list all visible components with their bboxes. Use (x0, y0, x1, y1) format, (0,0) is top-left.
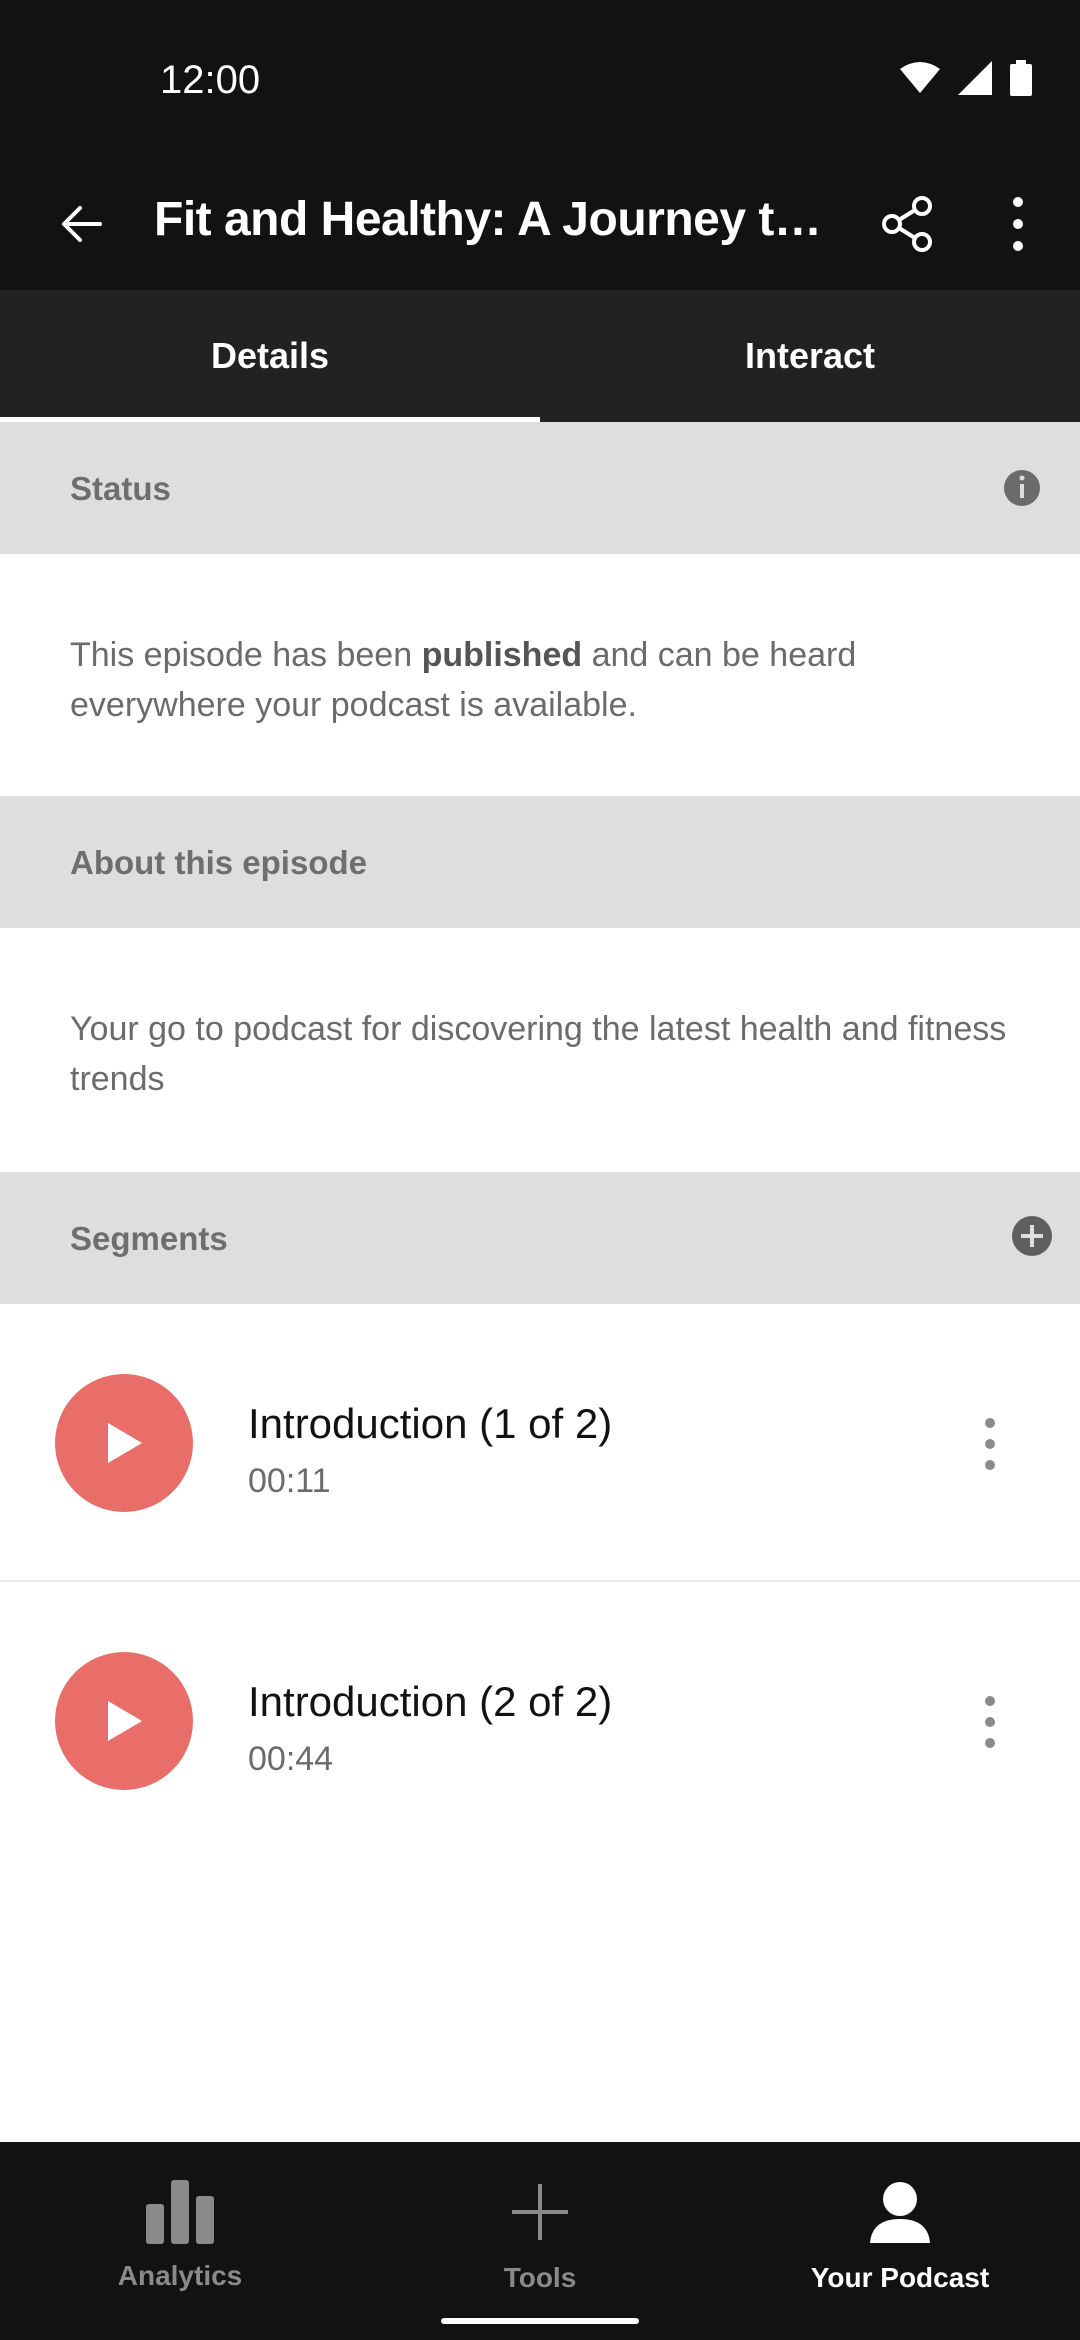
nav-tools[interactable]: Tools (360, 2142, 720, 2340)
play-icon (108, 1701, 142, 1741)
arrow-left-icon (62, 206, 102, 242)
about-section-body: Your go to podcast for discovering the l… (0, 928, 1080, 1172)
more-vertical-icon (1013, 197, 1023, 251)
more-vertical-icon (985, 1418, 995, 1470)
segment-more-button[interactable] (960, 1692, 1020, 1752)
segments-header-label: Segments (70, 1220, 228, 1257)
nav-your-podcast-label: Your Podcast (810, 2262, 990, 2293)
status-text-published: published (421, 636, 583, 674)
add-circle-icon[interactable] (1010, 1214, 1054, 1258)
about-header-label: About this episode (70, 844, 367, 881)
status-section-body: This episode has been published and can … (0, 554, 1080, 796)
segment-item[interactable]: Introduction (1 of 2) 00:11 (0, 1304, 1080, 1582)
status-icons (900, 60, 1032, 96)
bar-chart-icon (146, 2180, 214, 2244)
wifi-icon (900, 62, 940, 93)
nav-analytics[interactable]: Analytics (0, 2142, 360, 2340)
segment-duration: 00:44 (248, 1740, 334, 1778)
nav-tools-label: Tools (503, 2262, 577, 2293)
nav-your-podcast-icon-wrap (720, 2172, 1080, 2252)
nav-your-podcast[interactable]: Your Podcast (720, 2142, 1080, 2340)
segments-section-header: Segments (0, 1172, 1080, 1304)
nav-analytics-icon-wrap (0, 2172, 360, 2252)
info-icon[interactable] (1000, 466, 1044, 510)
battery-icon (1010, 60, 1032, 96)
status-header-label: Status (70, 470, 171, 507)
person-icon (870, 2182, 930, 2243)
episode-description: Your go to podcast for discovering the l… (70, 1010, 1007, 1098)
play-button[interactable] (55, 1652, 193, 1790)
bottom-nav: Analytics Tools Your Podcast (0, 2142, 1080, 2340)
segment-item[interactable]: Introduction (2 of 2) 00:44 (0, 1582, 1080, 1860)
segment-title: Introduction (2 of 2) (248, 1678, 613, 1725)
back-button[interactable] (40, 182, 124, 266)
about-section-header: About this episode (0, 796, 1080, 928)
segment-duration: 00:11 (248, 1462, 331, 1500)
status-section-header: Status (0, 422, 1080, 554)
home-indicator[interactable] (441, 2318, 639, 2324)
play-button[interactable] (55, 1374, 193, 1512)
tab-interact[interactable]: Interact (540, 290, 1080, 422)
segment-more-button[interactable] (960, 1414, 1020, 1474)
more-options-button[interactable] (976, 182, 1060, 266)
nav-tools-icon-wrap (360, 2172, 720, 2252)
episode-title: Fit and Healthy: A Journey to… (154, 193, 834, 246)
cellular-signal-icon (958, 61, 992, 95)
nav-analytics-label: Analytics (117, 2260, 243, 2291)
share-button[interactable] (866, 182, 950, 266)
status-time: 12:00 (160, 58, 261, 102)
play-icon (108, 1423, 142, 1463)
status-bar: 12:00 (0, 0, 1080, 160)
tab-bar: Details Interact (0, 290, 1080, 422)
status-text-before: This episode has been (70, 636, 422, 674)
app-bar: Fit and Healthy: A Journey to… (0, 160, 1080, 290)
more-vertical-icon (985, 1696, 995, 1748)
status-description: This episode has been published and can … (70, 630, 1010, 730)
plus-icon (512, 2184, 568, 2240)
share-icon (882, 196, 932, 252)
tab-details[interactable]: Details (0, 290, 540, 422)
segment-title: Introduction (1 of 2) (248, 1400, 613, 1447)
